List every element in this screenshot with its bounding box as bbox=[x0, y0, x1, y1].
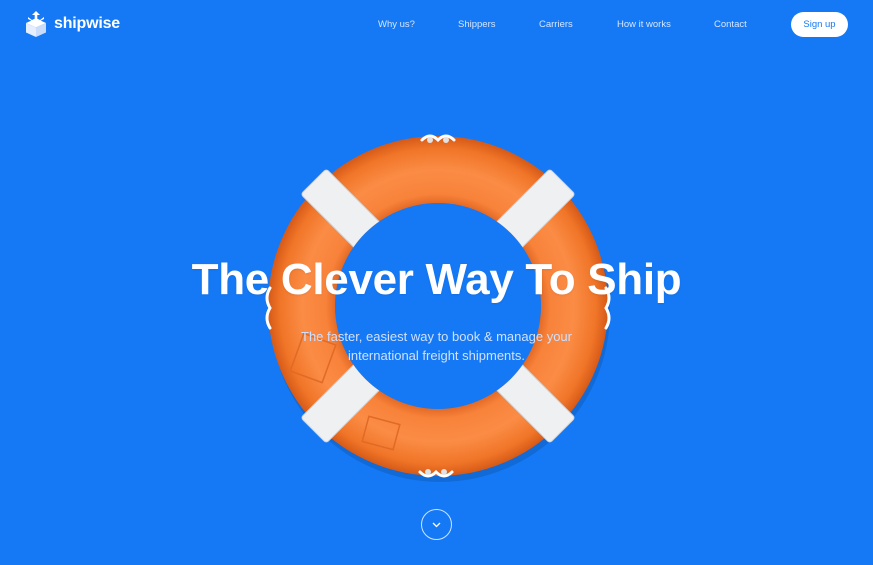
hero-title: The Clever Way To Ship bbox=[191, 255, 682, 304]
nav-carriers[interactable]: Carriers bbox=[539, 19, 573, 30]
hero-subtitle-line2: international freight shipments. bbox=[347, 348, 526, 363]
nav-contact[interactable]: Contact bbox=[714, 19, 747, 30]
hero-subtitle: The faster, easiest way to book & manage… bbox=[0, 327, 873, 365]
nav-how-it-works[interactable]: How it works bbox=[617, 19, 671, 30]
nav-shippers[interactable]: Shippers bbox=[458, 19, 496, 30]
site-header: shipwise Why us? Shippers Carriers How i… bbox=[0, 0, 873, 50]
main-nav: Why us? Shippers Carriers How it works C… bbox=[0, 19, 873, 33]
nav-why-us[interactable]: Why us? bbox=[378, 19, 415, 30]
lifebuoy-image bbox=[260, 128, 616, 484]
hero-subtitle-line1: The faster, easiest way to book & manage… bbox=[301, 329, 572, 344]
chevron-down-icon bbox=[432, 522, 441, 527]
signup-button[interactable]: Sign up bbox=[791, 12, 848, 37]
scroll-down-button[interactable] bbox=[421, 509, 452, 540]
